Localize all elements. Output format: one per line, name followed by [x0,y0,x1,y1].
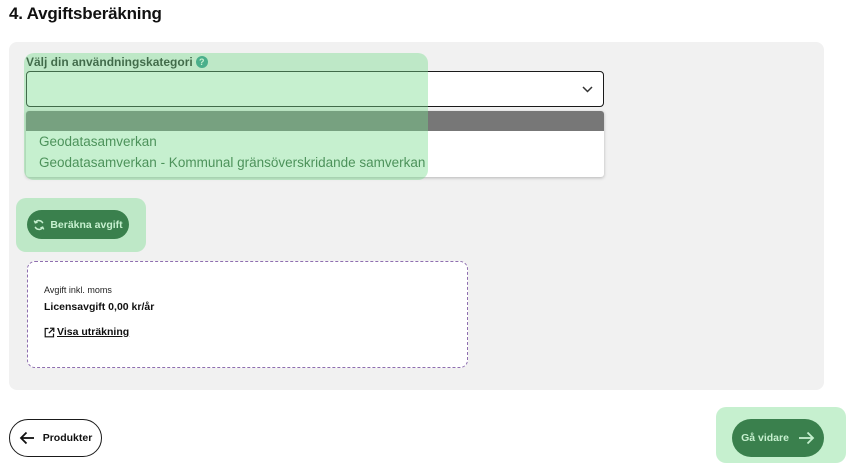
dropdown-option-empty[interactable] [26,111,604,131]
license-fee-value: Licensavgift 0,00 kr/år [44,301,155,313]
chevron-down-icon [582,85,593,93]
category-label: Välj din användningskategori ? [26,55,208,69]
show-calculation-label: Visa uträkning [57,326,130,338]
page: 4. Avgiftsberäkning Välj din användnings… [0,0,854,470]
continue-button[interactable]: Gå vidare [732,419,824,457]
show-calculation-link[interactable]: Visa uträkning [44,326,129,338]
fee-caption: Avgift inkl. moms [44,285,112,295]
category-dropdown-list: Geodatasamverkan Geodatasamverkan - Komm… [26,111,604,177]
category-label-text: Välj din användningskategori [26,55,193,69]
fee-result-box: Avgift inkl. moms Licensavgift 0,00 kr/å… [27,261,468,368]
arrow-right-icon [798,431,815,445]
refresh-icon [33,219,45,230]
continue-button-label: Gå vidare [741,432,789,444]
back-to-products-button[interactable]: Produkter [9,419,102,457]
calculate-fee-label: Beräkna avgift [50,218,123,231]
back-button-label: Produkter [42,432,93,444]
calculate-fee-button[interactable]: Beräkna avgift [27,210,129,239]
dropdown-option-geodatasamverkan[interactable]: Geodatasamverkan [26,131,604,152]
category-select[interactable] [26,71,604,107]
question-circle-icon[interactable]: ? [195,56,208,68]
dropdown-option-kommunal-samverkan[interactable]: Geodatasamverkan - Kommunal gränsöverskr… [26,152,604,173]
section-title: 4. Avgiftsberäkning [9,4,162,23]
external-link-icon [44,327,55,337]
arrow-left-icon [19,431,34,445]
